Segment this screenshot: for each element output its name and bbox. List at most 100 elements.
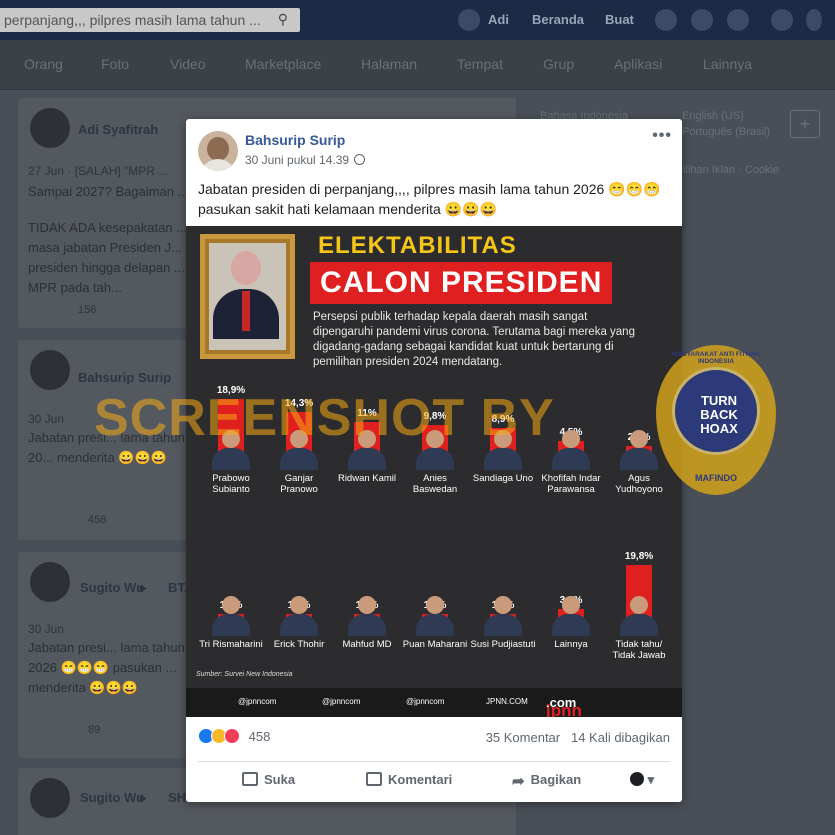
globe-icon xyxy=(354,154,366,165)
more-options-icon[interactable]: ••• xyxy=(652,127,672,145)
avatar[interactable] xyxy=(30,562,70,602)
top-bar: perpanjang,,, pilpres masih lama tahun .… xyxy=(0,0,835,40)
candidate-name: Anies Baswedan xyxy=(412,473,458,495)
candidate-photo xyxy=(620,596,658,636)
nav-pages[interactable]: Halaman xyxy=(361,56,417,72)
nav-videos[interactable]: Video xyxy=(170,56,206,72)
youtube-handle: JPNN.COM xyxy=(486,697,528,706)
instagram-handle: @jpnncom xyxy=(238,697,277,706)
nav-more[interactable]: Lainnya xyxy=(703,56,752,72)
post-text: Jabatan presiden di perpanjang,,,, pilpr… xyxy=(198,181,661,217)
post-meta: 30 Jun xyxy=(28,622,65,636)
nav-places[interactable]: Tempat xyxy=(457,56,503,72)
post-author[interactable]: Bahsurip Surip xyxy=(78,370,171,385)
poster-title-top: ELEKTABILITAS xyxy=(318,232,517,259)
reaction-count[interactable]: 156 xyxy=(78,304,96,316)
nav-groups[interactable]: Grup xyxy=(543,56,574,72)
search-filter-bar: Orang Foto Video Marketplace Halaman Tem… xyxy=(0,40,835,90)
facebook-handle: @jpnncom xyxy=(406,697,445,706)
post-author[interactable]: Bahsurip Surip xyxy=(245,132,345,148)
profile-avatar[interactable] xyxy=(458,9,480,31)
share-count[interactable]: 14 Kali dibagikan xyxy=(571,730,670,745)
twitter-handle: @jpnncom xyxy=(322,697,361,706)
friends-icon[interactable] xyxy=(655,9,677,31)
messenger-icon[interactable] xyxy=(691,9,713,31)
candidate-name: Prabowo Subianto xyxy=(212,473,250,495)
comment-count[interactable]: 35 Komentar xyxy=(486,730,560,745)
candidate-name: Sandiaga Uno xyxy=(472,473,534,484)
poster-title-main: CALON PRESIDEN xyxy=(310,262,613,304)
candidate-percentage: 19,8% xyxy=(624,551,654,562)
language-link[interactable]: Português (Brasil) xyxy=(682,126,770,138)
post-actions: Suka Komentari ➦ Bagikan ▾ xyxy=(198,761,670,797)
candidate-name: Erick Thohir xyxy=(273,639,325,650)
nav-marketplace[interactable]: Marketplace xyxy=(245,56,321,72)
post-timestamp[interactable]: 30 Juni pukul 14.39 xyxy=(245,153,366,167)
nav-photos[interactable]: Foto xyxy=(101,56,129,72)
create-link[interactable]: Buat xyxy=(605,12,634,27)
help-icon[interactable] xyxy=(771,9,793,31)
reaction-count[interactable]: 89 xyxy=(88,724,100,736)
portrait-image xyxy=(200,234,295,359)
share-arrow-icon: ▸ xyxy=(140,580,147,595)
reaction-count[interactable]: 458 xyxy=(88,514,106,526)
like-button[interactable]: Suka xyxy=(242,772,295,787)
reaction-count[interactable]: 458 xyxy=(249,729,271,744)
post-time[interactable]: 30 Juni pukul 14.39 xyxy=(245,153,349,167)
candidate-photo xyxy=(552,596,590,636)
poster-description: Persepsi publik terhadap kepala daerah m… xyxy=(313,311,635,368)
love-reaction-icon[interactable] xyxy=(224,728,240,744)
screenshot-watermark: SCREENSHOT BY xyxy=(94,389,555,447)
menu-caret-icon[interactable] xyxy=(806,9,822,31)
avatar[interactable] xyxy=(30,108,70,148)
jpnn-logo: jpnn .com xyxy=(546,695,582,717)
share-icon: ➦ xyxy=(512,773,525,790)
audience-selector[interactable]: ▾ xyxy=(630,772,654,788)
avatar[interactable] xyxy=(30,778,70,818)
post-text: Jabatan presi... lama tahun 2026 😁😁😁 pas… xyxy=(28,640,185,695)
avatar[interactable] xyxy=(30,350,70,390)
post-author[interactable]: Sugito Wu xyxy=(80,580,144,595)
post-text-more: TIDAK ADA kesepakatan ... masa jabatan P… xyxy=(28,220,187,295)
post-meta: 30 Jun xyxy=(28,412,65,426)
candidate-name: Tidak tahu/ Tidak Jawab xyxy=(612,639,666,661)
profile-link[interactable]: Adi xyxy=(488,12,509,27)
comment-button[interactable]: Komentari xyxy=(366,772,452,787)
mafindo-seal: MASYARAKAT ANTI FITNAH INDONESIA TURN BA… xyxy=(656,345,776,495)
post-meta: 27 Jun · [SALAH] "MPR ... xyxy=(28,164,169,178)
candidate-name: Puan Maharani xyxy=(402,639,468,650)
search-input[interactable]: perpanjang,,, pilpres masih lama tahun .… xyxy=(0,8,300,32)
like-icon xyxy=(242,772,258,786)
share-arrow-icon: ▸ xyxy=(140,790,147,805)
candidate-name: Susi Pudjiastuti xyxy=(470,639,536,650)
candidate-photo xyxy=(280,596,318,636)
candidate-photo xyxy=(348,596,386,636)
comment-icon xyxy=(366,772,382,786)
nav-apps[interactable]: Aplikasi xyxy=(614,56,662,72)
nav-people[interactable]: Orang xyxy=(24,56,63,72)
post-author[interactable]: Sugito Wu xyxy=(80,790,144,805)
candidate-name: Mahfud MD xyxy=(342,639,392,650)
post-image[interactable]: ELEKTABILITAS CALON PRESIDEN Persepsi pu… xyxy=(186,226,682,717)
post-stats: 458 35 Komentar 14 Kali dibagikan xyxy=(198,728,670,750)
post-author[interactable]: Adi Syafitrah xyxy=(78,122,158,137)
add-language-button[interactable]: + xyxy=(790,110,820,138)
candidate-name: Lainnya xyxy=(554,639,588,650)
account-avatar-icon xyxy=(630,772,644,786)
poster-footer: @jpnncom @jpnncom @jpnncom JPNN.COM jpnn… xyxy=(186,688,682,717)
candidate-photo xyxy=(212,596,250,636)
candidate-photo xyxy=(552,430,590,470)
candidate-name: Tri Rismaharini xyxy=(199,639,263,650)
search-icon[interactable]: ⚲ xyxy=(278,11,288,28)
home-link[interactable]: Beranda xyxy=(532,12,584,27)
post-modal: Bahsurip Surip 30 Juni pukul 14.39 ••• J… xyxy=(186,119,682,802)
notifications-icon[interactable] xyxy=(727,9,749,31)
candidate-name: Ganjar Pranowo xyxy=(280,473,318,495)
candidate-photo xyxy=(620,430,658,470)
language-link[interactable]: English (US) xyxy=(682,110,744,122)
candidate-name: Khofifah Indar Parawansa xyxy=(541,473,601,495)
candidate-photo xyxy=(484,596,522,636)
share-button[interactable]: ➦ Bagikan xyxy=(512,772,581,790)
poster-source: Sumber: Survei New Indonesia xyxy=(196,671,293,678)
author-avatar[interactable] xyxy=(198,131,238,171)
